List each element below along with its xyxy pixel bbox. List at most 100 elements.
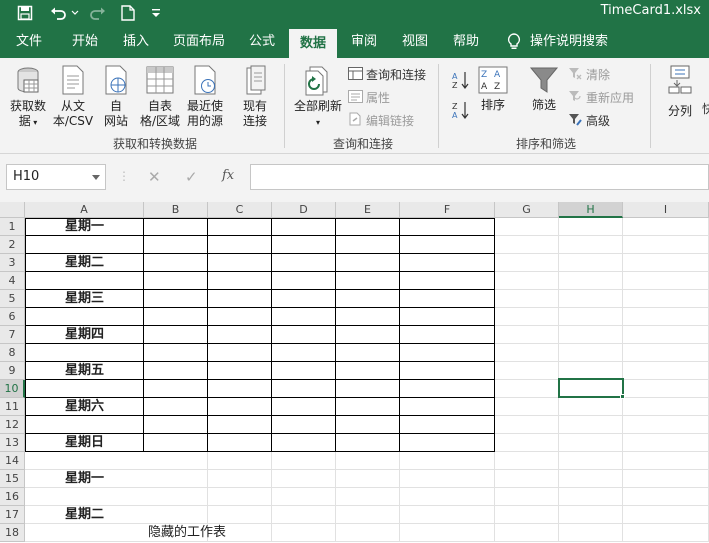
column-header-i[interactable]: I xyxy=(623,202,709,218)
column-header-b[interactable]: B xyxy=(144,202,208,218)
column-header-c[interactable]: C xyxy=(208,202,272,218)
row-header-2[interactable]: 2 xyxy=(0,236,25,254)
row-header-10[interactable]: 10 xyxy=(0,380,25,398)
table-border xyxy=(494,218,495,452)
existing-connections-button[interactable]: 现有 连接 xyxy=(236,64,274,129)
tab-page-layout[interactable]: 页面布局 xyxy=(164,25,234,58)
more-options-icon: ⋮ xyxy=(118,169,130,183)
row-header-1[interactable]: 1 xyxy=(0,218,25,236)
from-web-button[interactable]: 自 网站 xyxy=(98,64,134,129)
column-header-a[interactable]: A xyxy=(25,202,144,218)
row-header-3[interactable]: 3 xyxy=(0,254,25,272)
row-header-12[interactable]: 12 xyxy=(0,416,25,434)
tab-formulas[interactable]: 公式 xyxy=(238,25,286,58)
select-all-corner[interactable] xyxy=(0,202,25,218)
cancel-icon[interactable]: ✕ xyxy=(148,168,161,186)
row-header-7[interactable]: 7 xyxy=(0,326,25,344)
refresh-all-button[interactable]: 全部刷新 ▾ xyxy=(290,64,346,130)
web-icon xyxy=(105,65,127,95)
from-table-button[interactable]: 自表 格/区域 xyxy=(136,64,184,129)
cell-b18[interactable]: 隐藏的工作表 xyxy=(148,524,226,542)
row-header-11[interactable]: 11 xyxy=(0,398,25,416)
refresh-all-label: 全部刷新 xyxy=(293,99,342,113)
svg-text:Z: Z xyxy=(494,82,500,92)
row-header-15[interactable]: 15 xyxy=(0,470,25,488)
row-header-14[interactable]: 14 xyxy=(0,452,25,470)
column-header-e[interactable]: E xyxy=(336,202,400,218)
formula-input[interactable] xyxy=(250,164,709,190)
group-separator xyxy=(284,64,285,148)
cell-a9[interactable]: 星期五 xyxy=(25,362,144,380)
sort-za-button[interactable]: ZA xyxy=(452,100,470,123)
undo-icon[interactable] xyxy=(48,0,70,25)
new-icon[interactable] xyxy=(118,0,138,25)
column-header-d[interactable]: D xyxy=(272,202,336,218)
sort-az-button[interactable]: AZ xyxy=(452,70,470,93)
insert-function-icon[interactable]: fx xyxy=(222,168,234,183)
worksheet-grid[interactable]: ABCDEFGHI 1 2 3 4 5 6 7 8 9 10 11 12 13 14 15 16 17 18 星期… xyxy=(0,202,709,543)
svg-text:A: A xyxy=(494,70,501,80)
save-icon[interactable] xyxy=(14,0,36,25)
column-header-f[interactable]: F xyxy=(400,202,495,218)
cell-a17[interactable]: 星期二 xyxy=(25,506,144,524)
from-table-label-1: 自表 xyxy=(147,99,172,113)
row-header-8[interactable]: 8 xyxy=(0,344,25,362)
row-header-6[interactable]: 6 xyxy=(0,308,25,326)
lightbulb-icon[interactable] xyxy=(503,25,525,58)
row-header-18[interactable]: 18 xyxy=(0,524,25,542)
customize-icon[interactable] xyxy=(148,0,164,25)
flash-fill-label[interactable]: 快 xyxy=(702,100,709,117)
redo-icon[interactable] xyxy=(86,0,108,25)
from-text-csv-button[interactable]: 从文 本/CSV xyxy=(50,64,96,129)
row-header-5[interactable]: 5 xyxy=(0,290,25,308)
column-header-h[interactable]: H xyxy=(559,202,623,218)
row-header-9[interactable]: 9 xyxy=(0,362,25,380)
cell-a1[interactable]: 星期一 xyxy=(25,218,144,236)
tab-home[interactable]: 开始 xyxy=(60,25,110,58)
text-to-columns-button[interactable]: 分列 xyxy=(660,64,700,119)
tab-help[interactable]: 帮助 xyxy=(442,25,490,58)
row-header-4[interactable]: 4 xyxy=(0,272,25,290)
ribbon: 获取数 据 ▾ 从文 本/CSV 自 网站 自表 格/区域 最近使 用的源 现有… xyxy=(0,58,709,154)
group-separator xyxy=(438,64,439,148)
get-data-button[interactable]: 获取数 据 ▾ xyxy=(6,64,50,130)
row-header-16[interactable]: 16 xyxy=(0,488,25,506)
svg-text:A: A xyxy=(481,82,488,92)
cell-a13[interactable]: 星期日 xyxy=(25,434,144,452)
row-header-17[interactable]: 17 xyxy=(0,506,25,524)
formula-bar: H10 ⋮ ✕ ✓ fx xyxy=(0,154,709,202)
sort-label: 排序 xyxy=(480,98,505,112)
cell-a15[interactable]: 星期一 xyxy=(25,470,144,488)
name-box-dropdown-icon[interactable] xyxy=(92,175,100,180)
undo-dropdown-icon[interactable] xyxy=(70,0,80,25)
cell-a11[interactable]: 星期六 xyxy=(25,398,144,416)
filter-button[interactable]: 筛选 xyxy=(524,66,564,113)
cell-a3[interactable]: 星期二 xyxy=(25,254,144,272)
edit-links-icon xyxy=(349,112,361,126)
column-header-g[interactable]: G xyxy=(495,202,559,218)
tab-file[interactable]: 文件 xyxy=(6,25,52,58)
table-border xyxy=(271,218,272,452)
enter-icon[interactable]: ✓ xyxy=(185,168,198,186)
fill-handle[interactable] xyxy=(620,394,625,399)
tab-insert[interactable]: 插入 xyxy=(112,25,160,58)
recent-sources-label-2: 用的源 xyxy=(186,114,223,128)
tab-data[interactable]: 数据 xyxy=(289,29,337,58)
table-border xyxy=(207,218,208,452)
sort-button[interactable]: ZAAZ 排序 xyxy=(474,66,512,113)
refresh-dropdown-icon[interactable]: ▾ xyxy=(316,118,320,127)
tab-view[interactable]: 视图 xyxy=(391,25,439,58)
sort-filter-group-label: 排序和筛选 xyxy=(515,137,576,151)
name-box[interactable]: H10 xyxy=(6,164,106,190)
existing-connections-label-2: 连接 xyxy=(242,114,267,128)
tell-me-search[interactable]: 操作说明搜索 xyxy=(528,25,610,58)
row-header-13[interactable]: 13 xyxy=(0,434,25,452)
cell-a7[interactable]: 星期四 xyxy=(25,326,144,344)
selected-cell[interactable] xyxy=(558,378,624,398)
text-file-icon xyxy=(62,65,84,95)
tab-review[interactable]: 审阅 xyxy=(340,25,388,58)
sort-az-icon: AZ xyxy=(452,72,469,90)
cell-a5[interactable]: 星期三 xyxy=(25,290,144,308)
recent-sources-button[interactable]: 最近使 用的源 xyxy=(184,64,226,129)
existing-connections-label-1: 现有 xyxy=(242,99,267,113)
